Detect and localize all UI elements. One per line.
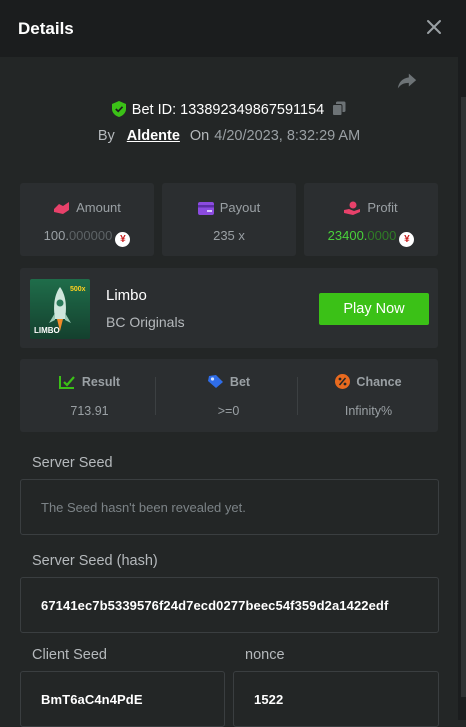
result-column: Result 713.91 (20, 359, 159, 432)
share-icon[interactable] (396, 70, 418, 92)
percent-icon (335, 374, 351, 389)
client-seed-label: Client Seed (32, 647, 107, 663)
by-label: By (97, 128, 115, 144)
thumb-badge: 500x (70, 286, 86, 293)
user-link[interactable]: Aldente (127, 128, 180, 144)
server-seed-hash-field[interactable]: 67141ec7b5339576f24d7ecd0277beec54f359d2… (20, 577, 439, 633)
payout-value: 235 x (213, 228, 245, 243)
bet-date: 4/20/2023, 8:32:29 AM (214, 128, 361, 144)
server-seed-field[interactable]: The Seed hasn't been revealed yet. (20, 479, 439, 535)
rocket-image: 500x LIMBO (30, 279, 90, 339)
dialog-header: Details (0, 0, 466, 57)
game-card: 500x LIMBO Limbo BC Originals Play Now (20, 268, 438, 348)
divider (297, 377, 298, 415)
chance-value: Infinity% (344, 404, 393, 418)
bet-meta-row: By Aldente On 4/20/2023, 8:32:29 AM (0, 128, 458, 144)
nonce-label: nonce (245, 647, 285, 663)
amount-card: Amount 100.000000 ¥ (20, 183, 154, 256)
payout-card: Payout 235 x (162, 183, 296, 256)
divider (155, 377, 156, 415)
bet-label: Bet (229, 375, 251, 389)
amount-value: 100. (43, 228, 69, 243)
server-seed-hash-label: Server Seed (hash) (32, 553, 158, 569)
chance-label: Chance (356, 375, 402, 389)
bet-id-row: Bet ID: 133892349867591154 (0, 101, 458, 118)
game-name[interactable]: Limbo (106, 287, 147, 304)
bet-column: Bet >=0 (159, 359, 298, 432)
amount-label: Amount (76, 200, 121, 215)
on-label: On (189, 128, 210, 144)
copy-icon[interactable] (332, 101, 346, 116)
server-seed-label: Server Seed (32, 455, 113, 471)
payout-icon (197, 202, 214, 215)
shield-check-icon (111, 101, 126, 117)
profit-label: Profit (367, 200, 398, 215)
dialog-title: Details (18, 19, 74, 38)
nonce-field[interactable]: 1522 (233, 671, 439, 727)
client-seed-field[interactable]: BmT6aC4n4PdE (20, 671, 225, 727)
close-icon[interactable] (424, 17, 444, 37)
amount-icon (54, 202, 70, 214)
payout-label: Payout (219, 200, 261, 215)
profit-decimals: 0000 (367, 228, 397, 243)
chance-column: Chance Infinity% (299, 359, 438, 432)
profit-icon (344, 201, 361, 215)
scrollbar[interactable] (458, 57, 466, 720)
profit-card: Profit 23400.0000 ¥ (304, 183, 438, 256)
currency-icon: ¥ (399, 232, 415, 247)
bet-tag-icon (207, 375, 223, 388)
play-now-button[interactable]: Play Now (319, 293, 429, 325)
bet-value: >=0 (217, 404, 240, 418)
result-check-icon (58, 376, 75, 389)
profit-value: 23400. (327, 228, 368, 243)
currency-icon: ¥ (115, 232, 131, 247)
result-value: 713.91 (70, 404, 109, 418)
amount-decimals: 000000 (68, 228, 113, 243)
thumb-label: LIMBO (34, 326, 60, 335)
bet-id: Bet ID: 133892349867591154 (131, 102, 325, 118)
result-label: Result (81, 375, 121, 389)
game-provider: BC Originals (106, 314, 185, 330)
result-card: Result 713.91 Bet >=0 Chance Infinity% (20, 359, 438, 432)
game-thumbnail[interactable]: 500x LIMBO (30, 279, 90, 339)
